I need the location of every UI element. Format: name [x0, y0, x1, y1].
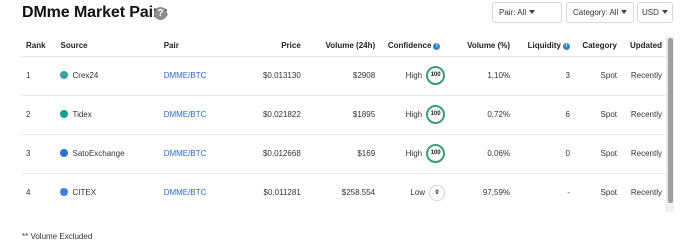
confidence-cell: High 100 — [379, 134, 450, 174]
confidence-cell: High 100 — [379, 95, 450, 135]
volume-cell: $2908 — [304, 56, 380, 96]
column-header-confidence[interactable]: Confidence i — [379, 36, 450, 57]
liquidity-header-label: Liquidity — [527, 41, 561, 51]
pair-link[interactable]: DMME/BTC — [164, 188, 207, 197]
volume-pct-cell: 0,06% — [449, 134, 515, 174]
confidence-score-badge[interactable]: 0 — [429, 184, 446, 201]
column-header-volume[interactable]: Volume (24h) — [304, 36, 380, 57]
info-icon[interactable]: i — [433, 42, 441, 50]
category-filter-label: Category: All — [573, 8, 619, 17]
confidence-label: High — [405, 149, 423, 158]
category-cell: Spot — [573, 173, 621, 212]
tidex-logo-icon — [60, 109, 69, 118]
chevron-down-icon — [529, 9, 536, 14]
price-cell: $0,013130 — [235, 56, 305, 96]
source-cell[interactable]: Tidex — [56, 95, 160, 135]
liquidity-cell: - — [514, 173, 574, 212]
liquidity-cell: 6 — [514, 95, 574, 135]
confidence-score-badge[interactable]: 100 — [426, 144, 446, 163]
volume-cell: $258.554 — [304, 173, 380, 212]
pair-link[interactable]: DMME/BTC — [164, 71, 207, 80]
column-header-pair[interactable]: Pair — [159, 36, 236, 57]
citex-logo-icon — [60, 187, 69, 196]
pair-filter-label: Pair: All — [499, 8, 527, 17]
column-header-category[interactable]: Category — [573, 36, 621, 57]
confidence-header-label: Confidence — [387, 41, 432, 51]
column-header-price[interactable]: Price — [235, 36, 305, 57]
source-cell[interactable]: CITEX — [56, 173, 160, 212]
source-name: Tidex — [72, 110, 92, 119]
updated-cell: Recently — [621, 134, 666, 174]
volume-cell: $1895 — [304, 95, 380, 135]
category-filter-dropdown[interactable]: Category: All — [566, 2, 634, 23]
pair-cell: DMME/BTC — [159, 95, 236, 135]
updated-cell: Recently — [621, 56, 666, 96]
chevron-down-icon — [621, 9, 628, 14]
scrollbar-thumb[interactable] — [668, 38, 673, 203]
currency-dropdown[interactable]: USD — [637, 2, 673, 23]
confidence-label: High — [405, 110, 423, 119]
volume-pct-cell: 1,10% — [449, 56, 515, 96]
volume-pct-cell: 97,59% — [449, 173, 515, 212]
category-cell: Spot — [573, 95, 621, 135]
rank-cell: 1 — [22, 56, 57, 96]
updated-cell: Recently — [621, 95, 666, 135]
liquidity-cell: 3 — [514, 56, 574, 96]
column-header-rank[interactable]: Rank — [22, 36, 57, 57]
rank-cell: 2 — [22, 95, 57, 135]
source-name: Crex24 — [72, 71, 99, 80]
source-name: CITEX — [72, 188, 97, 197]
column-header-volume-pct[interactable]: Volume (%) — [449, 36, 515, 57]
pair-cell: DMME/BTC — [159, 134, 236, 174]
confidence-cell: High 100 — [379, 56, 450, 96]
pair-cell: DMME/BTC — [159, 173, 236, 212]
satoexchange-logo-icon — [60, 148, 69, 157]
pair-filter-dropdown[interactable]: Pair: All — [492, 2, 562, 23]
table-row[interactable]: 3 SatoExchange DMME/BTC $0,012668 $169 High 10… — [22, 134, 666, 174]
liquidity-cell: 0 — [514, 134, 574, 174]
help-icon[interactable]: ? — [154, 7, 167, 20]
price-cell: $0,021822 — [235, 95, 305, 135]
pair-cell: DMME/BTC — [159, 56, 236, 96]
confidence-cell: Low 0 — [379, 173, 450, 212]
page-title: DMme Market Pairs — [22, 4, 168, 21]
rank-cell: 3 — [22, 134, 57, 174]
crex24-logo-icon — [60, 70, 69, 79]
pair-link[interactable]: DMME/BTC — [164, 149, 207, 158]
confidence-score-badge[interactable]: 100 — [426, 105, 446, 124]
table-row[interactable]: 4 CITEX DMME/BTC $0,011281 $258.554 Low 0 97,59… — [22, 173, 666, 212]
source-cell[interactable]: SatoExchange — [56, 134, 160, 174]
currency-label: USD — [642, 8, 659, 17]
table-header-row: Rank Source Pair Price Volume (24h) Conf… — [22, 36, 666, 57]
column-header-liquidity[interactable]: Liquidity i — [514, 36, 574, 57]
info-icon[interactable]: i — [562, 42, 570, 50]
market-pairs-table: Rank Source Pair Price Volume (24h) Conf… — [22, 36, 666, 212]
rank-cell: 4 — [22, 173, 57, 212]
confidence-label: High — [405, 71, 423, 80]
confidence-label: Low — [410, 188, 426, 197]
volume-pct-cell: 0,72% — [449, 95, 515, 135]
source-cell[interactable]: Crex24 — [56, 56, 160, 96]
table-row[interactable]: 1 Crex24 DMME/BTC $0,013130 $2908 High 100 1,10… — [22, 56, 666, 96]
updated-cell: Recently — [621, 173, 666, 212]
vertical-scrollbar[interactable] — [666, 36, 674, 212]
table-row[interactable]: 2 Tidex DMME/BTC $0,021822 $1895 High 100 0,72%… — [22, 95, 666, 135]
price-cell: $0,012668 — [235, 134, 305, 174]
volume-cell: $169 — [304, 134, 380, 174]
source-name: SatoExchange — [72, 149, 125, 158]
confidence-score-badge[interactable]: 100 — [426, 66, 446, 85]
pair-link[interactable]: DMME/BTC — [164, 110, 207, 119]
chevron-down-icon — [661, 9, 668, 14]
column-header-source[interactable]: Source — [56, 36, 160, 57]
category-cell: Spot — [573, 134, 621, 174]
category-cell: Spot — [573, 56, 621, 96]
column-header-updated[interactable]: Updated — [621, 36, 666, 57]
volume-excluded-footnote: ** Volume Excluded — [22, 232, 93, 241]
price-cell: $0,011281 — [235, 173, 305, 212]
